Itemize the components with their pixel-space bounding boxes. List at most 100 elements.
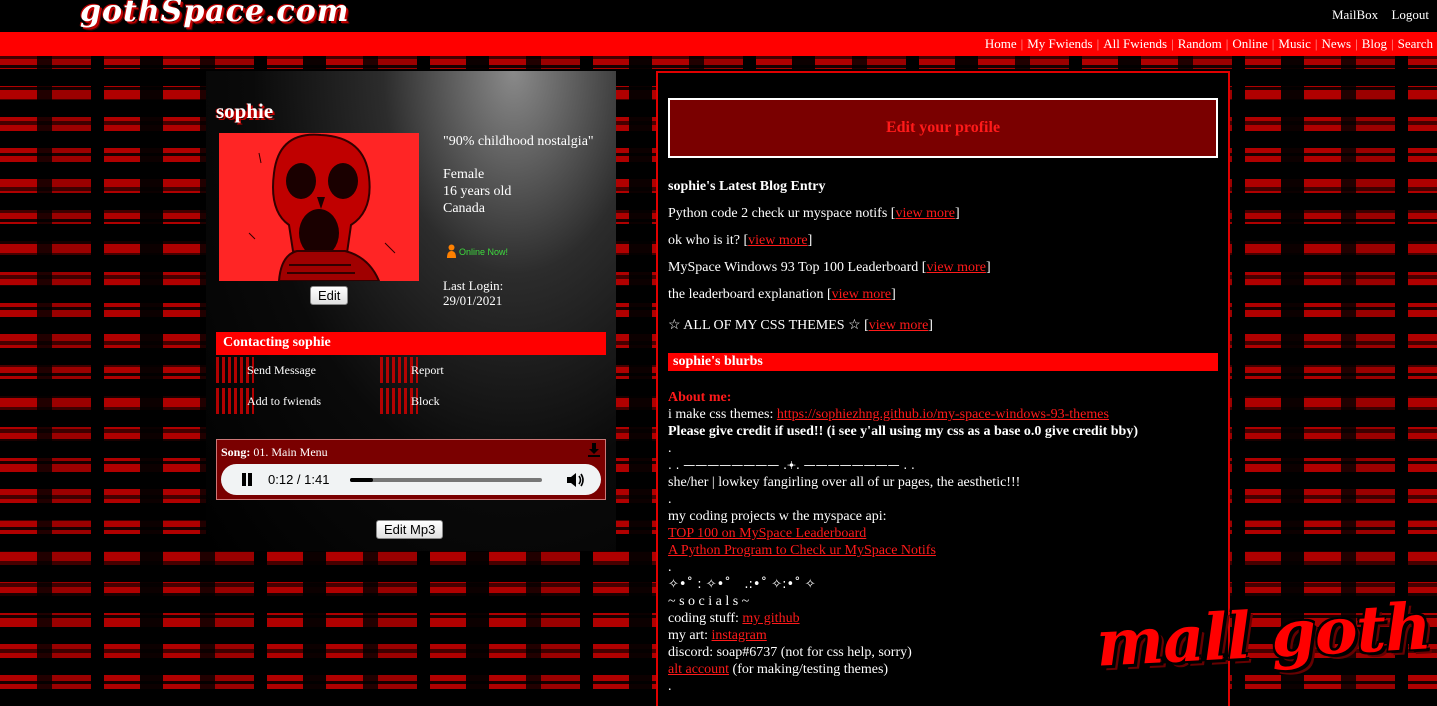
credit-note: Please give credit if used!! (i see y'al… [668,424,1138,439]
blog-entry-title: the leaderboard explanation [668,287,824,302]
online-status: Online Now! [446,244,508,258]
nav-search[interactable]: Search [1398,36,1433,51]
blog-entry-title: ok who is it? [668,233,740,248]
spacer-dot: . [668,679,672,694]
nav-separator: | [1096,36,1100,51]
blog-entry: MySpace Windows 93 Top 100 Leaderboard [… [668,260,991,275]
nav-separator: | [1314,36,1318,51]
about-label: About me: [668,390,732,405]
leaderboard-link[interactable]: TOP 100 on MySpace Leaderboard [668,526,866,541]
song-title: Song: 01. Main Menu [221,445,328,460]
instagram-link[interactable]: instagram [712,628,767,643]
css-themes-text: i make css themes: [668,407,777,422]
nav-music[interactable]: Music [1278,36,1311,51]
css-themes-link[interactable]: https://sophiezhng.github.io/my-space-wi… [777,407,1109,422]
nav-blog[interactable]: Blog [1362,36,1387,51]
github-link[interactable]: my github [742,611,799,626]
blog-entry: ☆ ALL OF MY CSS THEMES ☆ [view more] [668,318,933,333]
view-more-link[interactable]: view more [748,233,807,248]
blog-entry: the leaderboard explanation [view more] [668,287,896,302]
notifs-program-link[interactable]: A Python Program to Check ur MySpace Not… [668,543,936,558]
last-login-label: Last Login: [443,278,504,293]
blog-entry: ok who is it? [view more] [668,233,813,248]
block-button[interactable]: Block [380,388,440,414]
profile-country: Canada [443,201,485,216]
view-more-link[interactable]: view more [832,287,891,302]
blog-entry-title: MySpace Windows 93 Top 100 Leaderboard [668,260,919,275]
alt-account-link[interactable]: alt account [668,662,729,677]
mailbox-link[interactable]: MailBox [1332,7,1378,22]
blog-entry-title: Python code 2 check ur myspace notifs [668,206,888,221]
pause-icon[interactable] [241,473,253,486]
art-label: my art: [668,628,712,643]
spacer-dot: . [668,492,672,507]
mall-goth-sticker: mall goth [1094,589,1433,682]
sparkles-line: ✧•˚ : ✧•˚ ⠀.:•˚ ✧:•˚ ✧ [668,577,816,592]
add-to-fwiends-button[interactable]: Add to fwiends [216,388,321,414]
audio-player: 0:12 / 1:41 [221,464,601,495]
download-icon[interactable] [588,443,600,457]
blog-entry-title: ☆ ALL OF MY CSS THEMES ☆ [668,318,861,333]
send-message-label: Send Message [247,363,316,377]
pronouns-line: she/her | lowkey fangirling over all of … [668,475,1021,490]
online-person-icon [447,244,456,258]
top-bar: gothSpace.com MailBox Logout [0,0,1437,32]
profile-info: "90% childhood nostalgia" Female 16 year… [443,133,603,217]
nav-all-fwiends[interactable]: All Fwiends [1103,36,1167,51]
alt-account-text: (for making/testing themes) [729,662,889,677]
nav-separator: | [1391,36,1394,51]
nav-separator: | [1020,36,1024,51]
skull-avatar-icon [219,133,419,281]
spacer-dot: . [668,560,672,575]
send-message-button[interactable]: Send Message [216,357,316,383]
report-label: Report [411,363,444,377]
blog-entry: Python code 2 check ur myspace notifs [v… [668,206,960,221]
blog-list: Python code 2 check ur myspace notifs [v… [668,206,1218,344]
nav-separator: | [1355,36,1358,51]
profile-panel: sophie Edit "90% childhood nostalgia" Fe… [206,71,616,551]
last-login: Last Login: 29/01/2021 [443,278,503,308]
volume-icon[interactable] [567,472,585,488]
seek-bar-progress [350,478,374,482]
report-button[interactable]: Report [380,357,444,383]
view-more-link[interactable]: view more [869,318,928,333]
logout-link[interactable]: Logout [1391,7,1429,22]
song-name: 01. Main Menu [253,445,328,459]
decorative-divider: . . ———————— .𖥔. ———————— . . [668,458,915,472]
nav-separator: | [1271,36,1275,51]
contact-header: Contacting sophie [216,332,606,355]
edit-mp3-button[interactable]: Edit Mp3 [376,520,444,539]
add-to-fwiends-label: Add to fwiends [247,394,321,408]
song-box: Song: 01. Main Menu 0:12 / 1:41 [216,439,606,500]
nav-bar: Home | My Fwiends | All Fwiends | Random | Onlin… [0,32,1437,56]
nav-my-fwiends[interactable]: My Fwiends [1027,36,1092,51]
song-label: Song: [221,445,251,459]
nav-links: Home | My Fwiends | All Fwiends | Random | Onlin… [985,36,1433,52]
view-more-link[interactable]: view more [926,260,985,275]
nav-random[interactable]: Random [1178,36,1222,51]
online-status-text: Online Now! [459,247,509,257]
profile-age: 16 years old [443,184,512,199]
edit-profile-button[interactable]: Edit your profile [668,98,1218,158]
edit-avatar-button[interactable]: Edit [310,286,349,305]
profile-name: sophie [216,99,274,123]
profile-quote: "90% childhood nostalgia" [443,134,594,149]
nav-separator: | [1171,36,1174,51]
nav-news[interactable]: News [1322,36,1352,51]
blog-header: sophie's Latest Blog Entry [668,179,826,194]
profile-gender: Female [443,167,485,182]
last-login-date: 29/01/2021 [443,293,503,308]
contact-box: Send Message Report Add to fwiends Block [216,355,606,417]
view-more-link[interactable]: view more [895,206,954,221]
css-themes-line: i make css themes: https://sophiezhng.gi… [668,406,1224,423]
blurbs-header: sophie's blurbs [668,353,1218,371]
nav-separator: | [1225,36,1229,51]
projects-label: my coding projects w the myspace api: [668,509,887,524]
nav-home[interactable]: Home [985,36,1017,51]
coding-label: coding stuff: [668,611,743,626]
top-links: MailBox Logout [1322,7,1429,23]
block-label: Block [411,394,440,408]
site-logo[interactable]: gothSpace.com [80,0,350,29]
seek-bar[interactable] [350,478,542,482]
nav-online[interactable]: Online [1232,36,1267,51]
